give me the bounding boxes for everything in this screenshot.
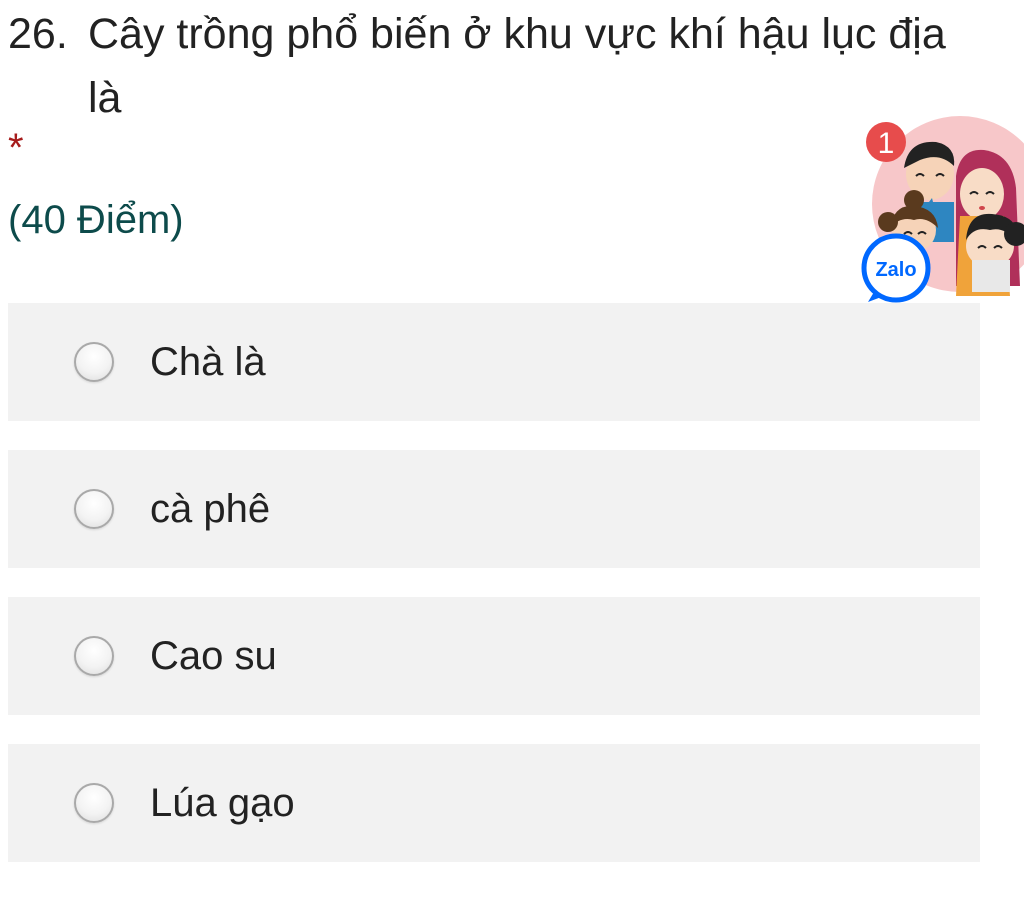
- zalo-logo-icon: Zalo: [861, 233, 931, 303]
- option-label: Chà là: [150, 339, 266, 384]
- option-label: Cao su: [150, 633, 277, 678]
- answer-options: Chà là cà phê Cao su Lúa gạo: [8, 303, 980, 891]
- required-marker: *: [8, 126, 24, 170]
- question-text: Cây trồng phổ biến ở khu vực khí hậu lục…: [88, 10, 946, 122]
- badge-count: 1: [878, 127, 895, 160]
- question-number: 26.: [8, 10, 68, 58]
- points-label: (40 Điểm): [8, 198, 184, 242]
- option-item[interactable]: cà phê: [8, 450, 980, 568]
- question-title: 26. Cây trồng phổ biến ở khu vực khí hậu…: [8, 2, 968, 130]
- quiz-page: 26. Cây trồng phổ biến ở khu vực khí hậu…: [0, 0, 1024, 924]
- option-item[interactable]: Chà là: [8, 303, 980, 421]
- radio-button-icon[interactable]: [74, 783, 114, 823]
- radio-button-icon[interactable]: [74, 489, 114, 529]
- option-item[interactable]: Lúa gạo: [8, 744, 980, 862]
- option-item[interactable]: Cao su: [8, 597, 980, 715]
- option-label: Lúa gạo: [150, 780, 295, 825]
- notification-badge: 1: [866, 122, 906, 162]
- zalo-chat-widget[interactable]: 1 Zalo: [860, 116, 1024, 306]
- radio-button-icon[interactable]: [74, 636, 114, 676]
- option-label: cà phê: [150, 486, 271, 531]
- zalo-brand-label: Zalo: [875, 259, 916, 281]
- radio-button-icon[interactable]: [74, 342, 114, 382]
